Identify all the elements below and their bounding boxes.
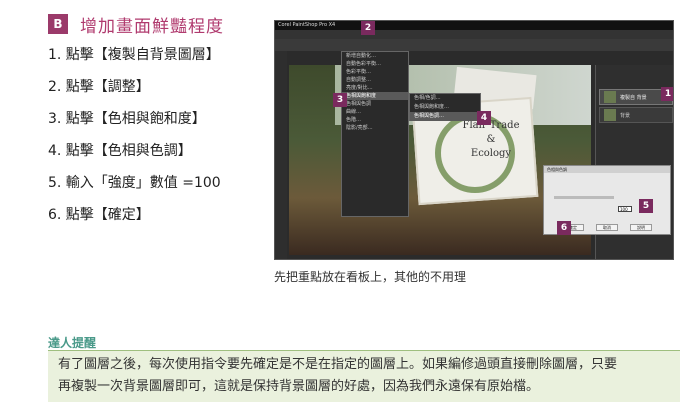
menu-item[interactable]: 新增自動化… [342, 52, 408, 60]
step-2: 2. 點擊【調整】 [48, 79, 150, 95]
tip-line-1: 有了圖層之後，每次使用指令要先確定是不是在指定的圖層上。如果編修過頭直接刪除圖層… [58, 357, 618, 372]
app-titlebar: Corel PaintShop Pro X4 [275, 21, 673, 30]
menu-item[interactable]: 陰影/亮部… [342, 124, 408, 132]
strength-input[interactable]: 100 [618, 206, 632, 212]
cancel-button[interactable]: 取消 [596, 224, 618, 231]
strength-value: 100 [620, 207, 628, 212]
layer-thumbnail [604, 109, 616, 121]
tip-line-2: 再複製一次背景圖層即可，這就是保持背景圖層的好處，因為我們永遠保有原始檔。 [58, 379, 540, 394]
callout-5: 5 [639, 199, 653, 213]
step-3: 3. 點擊【色相與飽和度】 [48, 111, 206, 127]
adjust-menu: 新增自動化… 自動色彩平衡… 色彩平衡… 自動調整… 亮度/對比… 色相與飽和度… [341, 51, 409, 217]
menu-item[interactable]: 自動調整… [342, 76, 408, 84]
screenshot-caption: 先把重點放在看板上，其他的不用理 [274, 270, 467, 284]
menu-item[interactable]: 色彩平衡… [342, 68, 408, 76]
callout-1: 1 [661, 87, 673, 101]
menu-item[interactable]: 曲線… [342, 108, 408, 116]
app-title: Corel PaintShop Pro X4 [278, 22, 336, 28]
tools-panel [275, 51, 287, 259]
tip-box: 有了圖層之後，每次使用指令要先確定是不是在指定的圖層上。如果編修過頭直接刪除圖層… [48, 350, 680, 402]
callout-3: 3 [333, 93, 347, 107]
step-5: 5. 輸入「強度」數值 =100 [48, 175, 221, 191]
callout-4: 4 [477, 111, 491, 125]
help-button[interactable]: 說明 [630, 224, 652, 231]
menu-item[interactable]: 自動色彩平衡… [342, 60, 408, 68]
menu-item-hue-saturation[interactable]: 色相與飽和度 [342, 92, 408, 100]
submenu-item[interactable]: 色相與飽和度… [410, 103, 480, 112]
step-1: 1. 點擊【複製自背景圖層】 [48, 47, 220, 63]
steps-list: 1. 點擊【複製自背景圖層】 2. 點擊【調整】 3. 點擊【色相與飽和度】 4… [48, 44, 221, 236]
step-4: 4. 點擊【色相與色調】 [48, 143, 192, 159]
hue-submenu: 色相/色調… 色相與飽和度… 色相與色調… [409, 93, 481, 121]
section-badge: B [48, 14, 68, 34]
sign-text-line2: & [486, 134, 496, 145]
layer-label: 複製自 背景 [620, 95, 647, 101]
app-toolbar [275, 39, 673, 51]
strength-slider[interactable] [554, 196, 614, 199]
menu-item[interactable]: 色階… [342, 116, 408, 124]
callout-2: 2 [361, 21, 375, 35]
menu-item[interactable]: 色相與色調 [342, 100, 408, 108]
dialog-title: 色相與色調 [547, 167, 567, 172]
step-6: 6. 點擊【確定】 [48, 207, 150, 223]
layer-background[interactable]: 背景 [599, 107, 673, 123]
submenu-item-hue-tone[interactable]: 色相與色調… [410, 112, 480, 121]
app-menubar [275, 30, 673, 39]
menu-item[interactable]: 亮度/對比… [342, 84, 408, 92]
callout-6: 6 [557, 221, 571, 235]
tip-title: 達人提醒 [48, 336, 97, 350]
layer-label: 背景 [620, 113, 631, 119]
section-title: 增加畫面鮮豔程度 [80, 17, 224, 37]
sign-text-line3: Ecology [470, 148, 512, 159]
dialog-titlebar: 色相與色調 [544, 166, 670, 173]
layer-thumbnail [604, 91, 616, 103]
sign-text-line1: Flair Trade [462, 120, 520, 131]
app-screenshot: Corel PaintShop Pro X4 Flair Trade & Eco… [274, 20, 674, 260]
submenu-item[interactable]: 色相/色調… [410, 94, 480, 103]
sign-text: Flair Trade & Ecology [451, 119, 531, 161]
